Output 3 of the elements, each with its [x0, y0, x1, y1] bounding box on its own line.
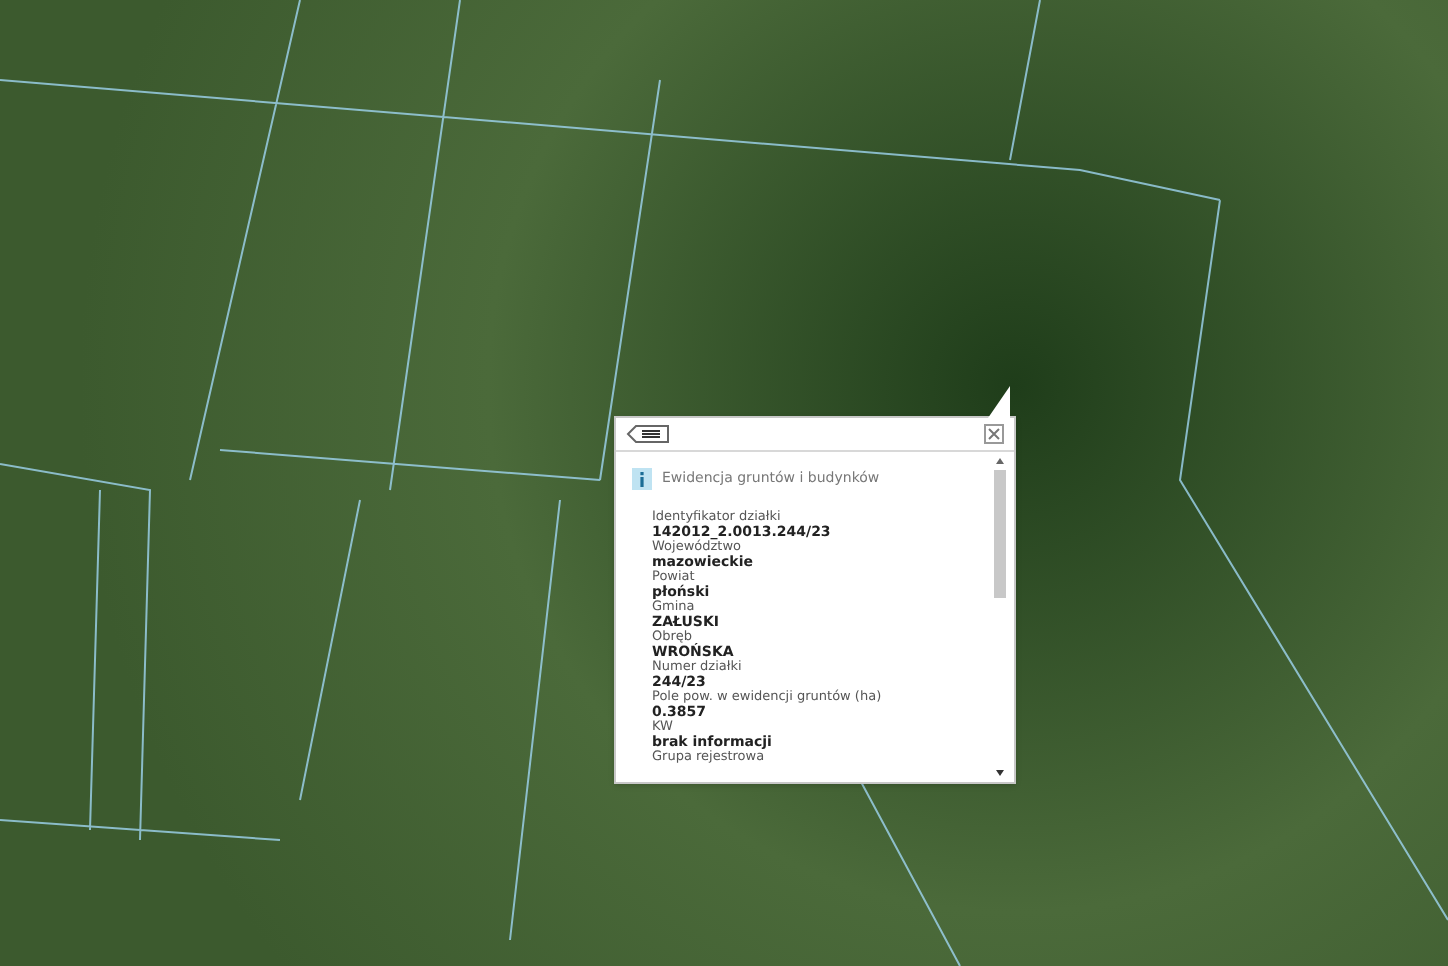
close-icon[interactable] [984, 424, 1004, 444]
menu-icon[interactable] [626, 424, 670, 444]
info-icon [632, 468, 652, 490]
